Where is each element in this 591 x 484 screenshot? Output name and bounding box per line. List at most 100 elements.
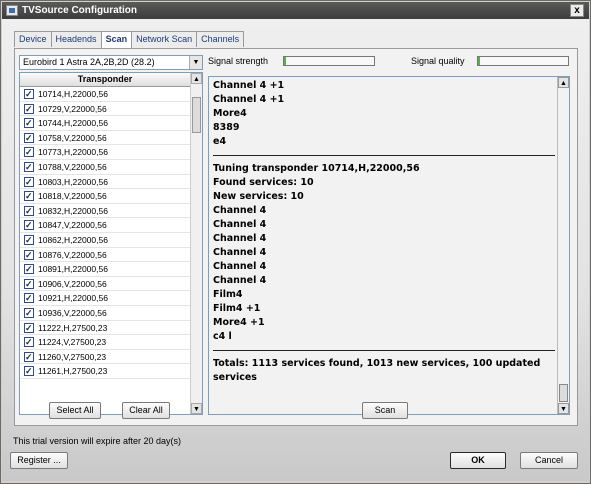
config-window: TVSource Configuration x Device Headends… [0,0,591,484]
transponder-row[interactable]: 10921,H,22000,56 [20,291,190,306]
log-line: New services: 10 [213,191,304,202]
signal-quality-meter [477,56,569,66]
transponder-row[interactable]: 11261,H,27500,23 [20,364,190,379]
log-line: Channel 4 [213,275,267,286]
transponder-row[interactable]: 11222,H,27500,23 [20,321,190,336]
transponder-label: 10818,V,22000,56 [38,191,107,202]
trial-notice: This trial version will expire after 20 … [13,436,182,446]
log-line: Channel 4 [213,233,267,244]
transponder-row[interactable]: 10714,H,22000,56 [20,87,190,102]
cancel-button[interactable]: Cancel [520,452,578,469]
transponder-checkbox[interactable] [24,364,34,378]
tab-network-scan[interactable]: Network Scan [131,31,198,47]
transponder-label: 10847,V,22000,56 [38,220,107,231]
transponder-checkbox[interactable] [24,145,34,159]
transponder-checkbox[interactable] [24,160,34,174]
transponder-label: 10921,H,22000,56 [38,293,108,304]
signal-quality-label: Signal quality [411,56,465,66]
tab-headends[interactable]: Headends [50,31,102,47]
transponder-checkbox[interactable] [24,102,34,116]
transponder-checkbox[interactable] [24,175,34,189]
transponder-checkbox[interactable] [24,248,34,262]
signal-quality-fill [478,57,480,65]
log-line: Channel 4 [213,205,267,216]
app-icon [6,5,18,16]
transponder-checkbox[interactable] [24,204,34,218]
scroll-up-icon[interactable]: ▲ [558,77,569,88]
register-button[interactable]: Register ... [10,452,68,469]
transponder-row[interactable]: 10818,V,22000,56 [20,189,190,204]
chevron-down-icon[interactable]: ▼ [189,56,202,69]
scroll-thumb[interactable] [192,97,201,133]
log-line: Found services: 10 [213,177,314,188]
log-divider [213,155,555,156]
transponder-label: 10758,V,22000,56 [38,132,107,143]
transponder-checkbox[interactable] [24,131,34,145]
transponder-row[interactable]: 10803,H,22000,56 [20,175,190,190]
transponder-label: 11261,H,27500,23 [38,366,108,377]
log-line: Tuning transponder 10714,H,22000,56 [213,163,420,174]
satellite-select[interactable]: Eurobird 1 Astra 2A,2B,2D (28.2) ▼ [19,55,203,70]
select-all-button[interactable]: Select All [49,402,101,419]
transponder-row[interactable]: 10832,H,22000,56 [20,204,190,219]
tab-strip: Device Headends Scan Network Scan Channe… [14,31,245,48]
log-line: Channel 4 +1 [213,80,285,91]
transponder-row[interactable]: 10729,V,22000,56 [20,102,190,117]
log-line: e4 [213,136,227,147]
transponder-row[interactable]: 10906,V,22000,56 [20,277,190,292]
close-button[interactable]: x [570,4,584,17]
scan-log[interactable]: Channel 4 +1 Channel 4 +1 More4 8389 e4 Tuni… [208,76,570,415]
transponder-list: Transponder 10714,H,22000,56 10729,V,2200… [19,72,203,415]
log-scrollbar[interactable]: ▲ ▼ [557,77,569,414]
transponder-row[interactable]: 10788,V,22000,56 [20,160,190,175]
transponder-checkbox[interactable] [24,335,34,349]
scan-button[interactable]: Scan [362,402,408,419]
tab-device[interactable]: Device [14,31,52,47]
log-line: Film4 [213,289,243,300]
transponder-checkbox[interactable] [24,189,34,203]
scroll-up-icon[interactable]: ▲ [191,73,202,84]
transponder-label: 11260,V,27500,23 [38,351,107,362]
scroll-down-icon[interactable]: ▼ [558,403,569,414]
title-bar[interactable]: TVSource Configuration x [2,2,589,19]
transponder-label: 11224,V,27500,23 [38,337,107,348]
log-line: Film4 +1 [213,303,261,314]
transponder-checkbox[interactable] [24,277,34,291]
transponder-checkbox[interactable] [24,233,34,247]
dialog-client-area: Device Headends Scan Network Scan Channe… [2,19,589,481]
transponder-row[interactable]: 10758,V,22000,56 [20,131,190,146]
log-line: More4 [213,108,247,119]
transponder-label: 10773,H,22000,56 [38,147,108,158]
clear-all-button[interactable]: Clear All [122,402,170,419]
scroll-down-icon[interactable]: ▼ [191,403,202,414]
ok-button[interactable]: OK [450,452,506,469]
transponder-row[interactable]: 11224,V,27500,23 [20,335,190,350]
transponder-row[interactable]: 10773,H,22000,56 [20,145,190,160]
transponder-checkbox[interactable] [24,262,34,276]
transponder-row[interactable]: 10891,H,22000,56 [20,262,190,277]
transponder-label: 10876,V,22000,56 [38,249,107,260]
transponder-checkbox[interactable] [24,321,34,335]
transponder-column-header[interactable]: Transponder [20,73,190,87]
transponder-label: 10891,H,22000,56 [38,264,108,275]
transponder-row[interactable]: 10847,V,22000,56 [20,218,190,233]
transponder-checkbox[interactable] [24,291,34,305]
transponder-checkbox[interactable] [24,218,34,232]
transponder-checkbox[interactable] [24,87,34,101]
scan-log-content: Channel 4 +1 Channel 4 +1 More4 8389 e4 Tuni… [213,79,555,385]
transponder-scrollbar[interactable]: ▲ ▼ [190,73,202,414]
log-line: Channel 4 [213,247,267,258]
transponder-row[interactable]: 10862,H,22000,56 [20,233,190,248]
transponder-row[interactable]: 10744,H,22000,56 [20,116,190,131]
signal-strength-fill [284,57,286,65]
transponder-row[interactable]: 11260,V,27500,23 [20,350,190,365]
signal-strength-label: Signal strength [208,56,269,66]
transponder-row[interactable]: 10876,V,22000,56 [20,248,190,263]
scroll-thumb[interactable] [559,384,568,402]
transponder-checkbox[interactable] [24,350,34,364]
tab-scan[interactable]: Scan [100,31,133,48]
tab-channels[interactable]: Channels [196,31,245,47]
transponder-row[interactable]: 10936,V,22000,56 [20,306,190,321]
transponder-checkbox[interactable] [24,306,34,320]
transponder-checkbox[interactable] [24,116,34,130]
